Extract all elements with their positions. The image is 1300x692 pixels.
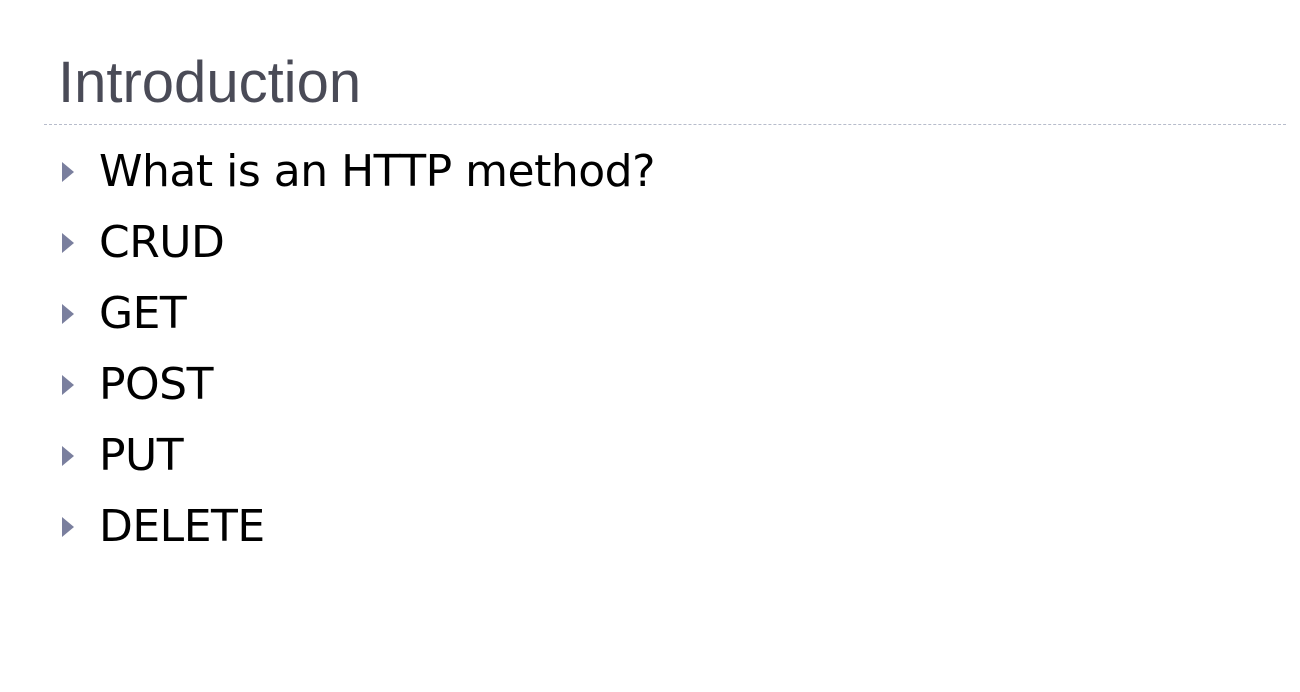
bullet-item: PUT <box>0 420 900 491</box>
bullet-item: What is an HTTP method? <box>0 136 900 207</box>
slide-title: Introduction <box>58 50 362 115</box>
bullet-item: CRUD <box>0 207 900 278</box>
triangle-bullet-icon <box>62 233 74 253</box>
bullet-text: PUT <box>99 430 184 481</box>
triangle-bullet-icon <box>62 517 74 537</box>
bullet-list: What is an HTTP method? CRUD GET POST PU… <box>0 136 900 562</box>
bullet-text: What is an HTTP method? <box>99 146 655 197</box>
triangle-bullet-icon <box>62 162 74 182</box>
triangle-bullet-icon <box>62 446 74 466</box>
bullet-item: DELETE <box>0 491 900 562</box>
slide: Introduction What is an HTTP method? CRU… <box>0 0 1300 692</box>
bullet-item: GET <box>0 278 900 349</box>
bullet-text: GET <box>99 288 187 339</box>
title-divider <box>44 124 1286 125</box>
bullet-text: CRUD <box>99 217 225 268</box>
bullet-text: DELETE <box>99 501 265 552</box>
triangle-bullet-icon <box>62 304 74 324</box>
bullet-item: POST <box>0 349 900 420</box>
bullet-text: POST <box>99 359 213 410</box>
triangle-bullet-icon <box>62 375 74 395</box>
